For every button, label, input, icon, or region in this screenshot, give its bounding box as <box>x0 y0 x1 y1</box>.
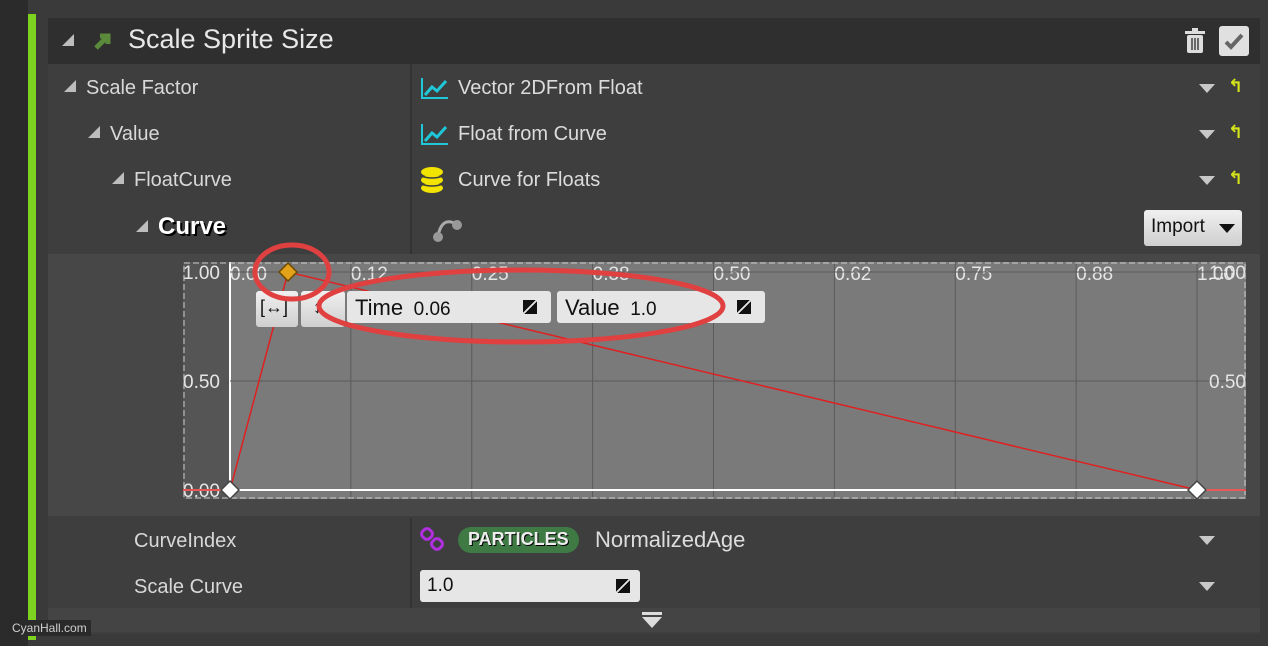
dropdown-arrow-icon[interactable] <box>1199 176 1215 185</box>
dropdown-arrow-icon[interactable] <box>1199 130 1215 139</box>
row-label-floatcurve: FloatCurve <box>134 169 232 191</box>
reset-to-default-icon[interactable]: ↰ <box>1228 122 1243 143</box>
enabled-checkbox[interactable] <box>1219 26 1249 56</box>
y-tick-label: 1.00 <box>183 263 220 284</box>
fit-horizontal-icon: [↔] <box>260 297 289 317</box>
y-tick-label: 0.50 <box>183 372 220 393</box>
dropdown-arrow-icon[interactable] <box>1199 536 1215 545</box>
reset-to-default-icon[interactable]: ↰ <box>1228 76 1243 97</box>
expand-advanced-icon[interactable] <box>642 612 662 615</box>
expand-triangle-icon[interactable] <box>64 80 76 92</box>
outer-edge <box>0 0 28 646</box>
dropdown-arrow-icon <box>1219 224 1235 233</box>
spin-arrows-icon[interactable] <box>523 300 537 314</box>
column-divider <box>410 64 412 254</box>
y-tick-label-right: 1.00 <box>1209 263 1246 284</box>
x-tick-label: 0.00 <box>230 264 267 285</box>
row-value-scale-factor[interactable]: Vector 2DFrom Float <box>458 77 643 100</box>
x-tick-label: 0.88 <box>1076 264 1113 285</box>
dropdown-arrow-icon[interactable] <box>1199 582 1215 591</box>
x-tick-label: 0.62 <box>834 264 871 285</box>
spin-arrows-icon[interactable] <box>616 579 630 593</box>
x-tick-label: 0.25 <box>472 264 509 285</box>
row-label-curveindex: CurveIndex <box>134 530 237 552</box>
dynamic-input-icon <box>421 124 448 145</box>
expand-advanced-arrow-icon[interactable] <box>642 617 662 628</box>
row-label-scale-factor: Scale Factor <box>86 77 199 99</box>
time-field[interactable]: Time 0.06 <box>347 291 551 323</box>
dropdown-arrow-icon[interactable] <box>1199 84 1215 93</box>
particles-badge: PARTICLES <box>458 527 579 553</box>
x-tick-label: 0.50 <box>714 264 751 285</box>
data-interface-icon <box>420 167 444 193</box>
fit-vertical-icon: ↕ <box>313 297 322 317</box>
spin-arrows-icon[interactable] <box>737 300 751 314</box>
row-value-floatcurve[interactable]: Curve for Floats <box>458 169 600 192</box>
module-accent-bar <box>28 14 36 640</box>
row-label-value: Value <box>110 123 160 145</box>
import-label: Import <box>1151 216 1205 237</box>
expand-triangle-icon[interactable] <box>88 126 100 138</box>
reset-to-default-icon[interactable]: ↰ <box>1228 168 1243 189</box>
x-tick-label: 0.75 <box>955 264 992 285</box>
row-label-scale-curve: Scale Curve <box>134 576 243 598</box>
x-tick-label: 0.38 <box>593 264 630 285</box>
scale-curve-field[interactable]: 1.0 <box>420 570 640 602</box>
expand-triangle-icon[interactable] <box>136 220 148 232</box>
value-field[interactable]: Value 1.0 <box>557 291 765 323</box>
column-divider <box>410 518 412 608</box>
value-label: Value <box>565 295 620 320</box>
row-label-curve: Curve <box>158 213 227 240</box>
value-value: 1.0 <box>630 299 657 320</box>
time-value: 0.06 <box>413 299 451 320</box>
scale-curve-value: 1.0 <box>427 575 454 596</box>
import-button[interactable]: Import <box>1144 210 1242 246</box>
module-arrow-icon <box>94 33 111 50</box>
x-tick-label: 0.12 <box>351 264 388 285</box>
module-title: Scale Sprite Size <box>128 24 334 54</box>
link-icon <box>420 527 444 551</box>
time-label: Time <box>355 295 404 320</box>
fit-horizontal-button[interactable]: [↔] <box>256 291 298 327</box>
curve-editor-icon[interactable] <box>430 210 466 244</box>
dynamic-input-icon <box>421 78 448 99</box>
fit-vertical-button[interactable]: ↕ <box>301 291 345 327</box>
checkbox-checked-icon <box>1224 33 1244 50</box>
collapse-triangle-icon[interactable] <box>62 34 74 46</box>
expand-triangle-icon[interactable] <box>112 172 124 184</box>
trash-icon[interactable] <box>1184 28 1206 54</box>
y-tick-label-right: 0.50 <box>1209 372 1246 393</box>
row-value-curveindex[interactable]: NormalizedAge <box>595 527 745 553</box>
row-value-value[interactable]: Float from Curve <box>458 123 607 146</box>
watermark: CyanHall.com <box>8 620 91 636</box>
